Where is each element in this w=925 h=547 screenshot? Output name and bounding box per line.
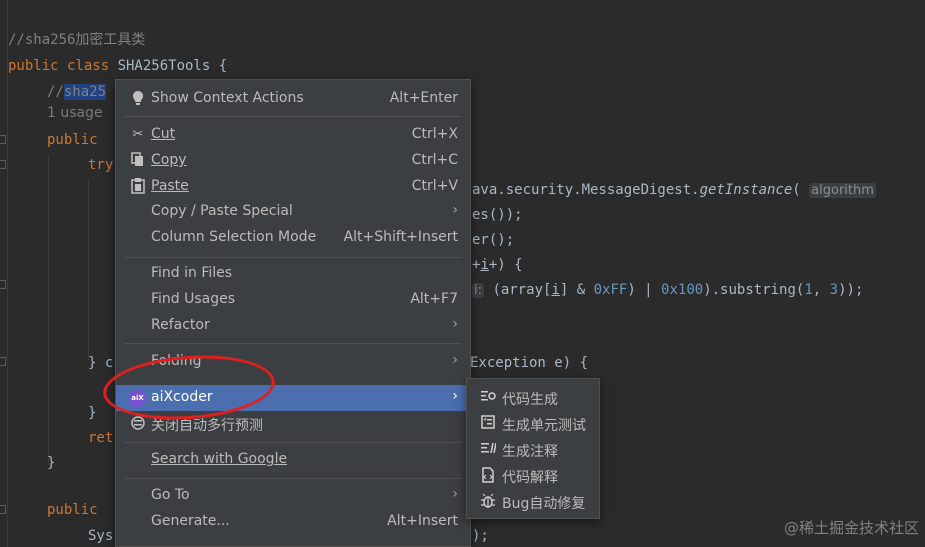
selected-text: sha25: [63, 84, 107, 100]
comment-gen-icon: [479, 441, 497, 459]
aixcoder-submenu: 代码生成 生成单元测试 生成注释 代码解释 Bug自动修复: [466, 378, 600, 519]
code-line-method: public: [47, 132, 98, 148]
submenu-item-code-generation[interactable]: 代码生成: [467, 385, 599, 411]
bulb-icon: [130, 90, 146, 108]
chevron-right-icon: ›: [452, 202, 458, 218]
menu-separator: [124, 116, 462, 117]
code-line-digest: ava.security.MessageDigest.getInstance( …: [472, 182, 876, 198]
fold-marker[interactable]: [0, 280, 6, 289]
menu-item-search-with-google[interactable]: Search with Google: [116, 447, 470, 473]
menu-separator: [124, 442, 462, 443]
chevron-right-icon: ›: [452, 486, 458, 502]
code-line-method-close: }: [47, 455, 56, 471]
code-line-try: try: [88, 157, 114, 173]
menu-item-copy[interactable]: Copy Ctrl+C: [116, 148, 470, 174]
code-line-class: public class SHA256Tools {: [8, 58, 228, 74]
editor-gutter: [0, 0, 8, 547]
indent-guide: [48, 155, 49, 465]
submenu-item-generate-comment[interactable]: 生成注释: [467, 437, 599, 463]
watermark: @稀土掘金技术社区: [783, 519, 919, 537]
code-line-sys: Sys: [88, 528, 114, 544]
submenu-item-code-explain[interactable]: 代码解释: [467, 463, 599, 489]
code-line-catch: } c: [88, 355, 114, 371]
code-line-exception: Exception e) {: [470, 355, 589, 371]
code-line-sys-close: );: [472, 528, 489, 544]
code-line-return: ret: [88, 430, 114, 446]
menu-separator: [124, 257, 462, 258]
menu-item-generate[interactable]: Generate... Alt+Insert: [116, 509, 470, 535]
fold-marker[interactable]: [0, 357, 6, 366]
clipboard-icon: [130, 178, 146, 196]
menu-item-cut[interactable]: ✂ Cut Ctrl+X: [116, 122, 470, 148]
toggle-icon: [130, 415, 146, 433]
menu-item-go-to[interactable]: Go To ›: [116, 483, 470, 509]
code-line-main: public: [47, 502, 98, 518]
menu-separator: [124, 478, 462, 479]
unit-test-icon: [479, 415, 497, 433]
menu-item-copy-paste-special[interactable]: Copy / Paste Special ›: [116, 199, 470, 225]
menu-item-paste[interactable]: Paste Ctrl+V: [116, 174, 470, 200]
menu-item-find-in-files[interactable]: Find in Files: [116, 261, 470, 287]
code-explain-icon: [479, 467, 497, 485]
code-gen-icon: [479, 389, 497, 407]
code-line-bytes: es());: [472, 207, 523, 223]
usage-hint[interactable]: 1 usage: [47, 105, 103, 121]
indent-guide: [88, 180, 89, 360]
code-line-selected-comment: //sha25: [47, 84, 107, 100]
code-line-append: i: (array[i] & 0xFF) | 0x100).substring(…: [472, 282, 864, 298]
menu-item-refactor[interactable]: Refactor ›: [116, 313, 470, 339]
chevron-right-icon: ›: [452, 316, 458, 332]
fold-marker[interactable]: [0, 135, 6, 144]
chevron-right-icon: ›: [452, 388, 458, 404]
chevron-right-icon: ›: [452, 352, 458, 368]
context-menu: Show Context Actions Alt+Enter ✂ Cut Ctr…: [115, 79, 471, 547]
param-hint: algorithm: [809, 183, 876, 198]
code-line-close: }: [88, 405, 97, 421]
submenu-item-unit-test[interactable]: 生成单元测试: [467, 411, 599, 437]
menu-separator: [124, 343, 462, 344]
fold-marker[interactable]: [0, 505, 6, 514]
fold-marker[interactable]: [0, 160, 6, 169]
menu-item-find-usages[interactable]: Find Usages Alt+F7: [116, 287, 470, 313]
code-line-builder: er();: [472, 232, 515, 248]
menu-item-column-selection-mode[interactable]: Column Selection Mode Alt+Shift+Insert: [116, 225, 470, 251]
copy-icon: [130, 152, 146, 170]
bug-fix-icon: [479, 493, 497, 511]
code-line-loop: +i+) {: [472, 257, 523, 273]
menu-item-show-context-actions[interactable]: Show Context Actions Alt+Enter: [116, 86, 470, 112]
code-line-comment: //sha256加密工具类: [8, 32, 146, 48]
scissors-icon: ✂: [132, 127, 144, 142]
submenu-item-bug-fix[interactable]: Bug自动修复: [467, 489, 599, 515]
